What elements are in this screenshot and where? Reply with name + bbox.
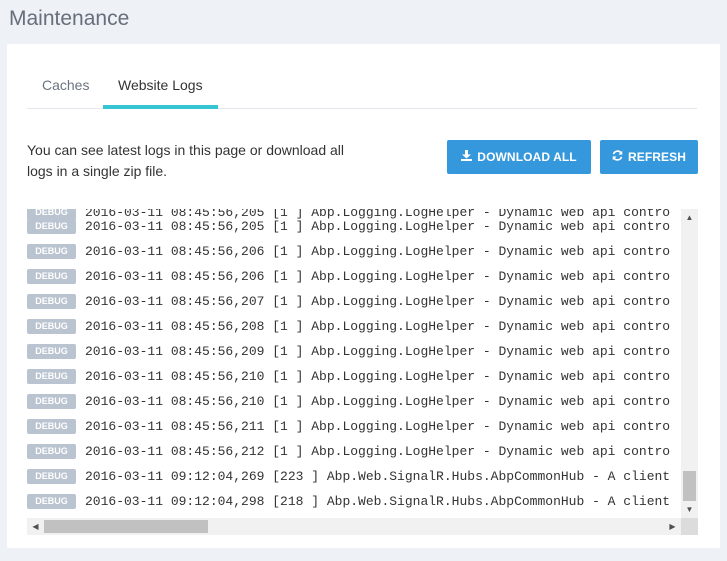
log-text: 2016-03-11 08:45:56,206 [1 ] Abp.Logging…: [85, 244, 671, 259]
refresh-label: REFRESH: [627, 150, 687, 164]
log-level-badge: DEBUG: [27, 268, 76, 284]
log-viewer[interactable]: DEBUG 2016-03-11 08:45:56,205 [1 ] Abp.Lo…: [27, 209, 698, 535]
log-text: 2016-03-11 09:12:04,298 [218 ] Abp.Web.S…: [85, 494, 671, 509]
log-lines: DEBUG 2016-03-11 08:45:56,205 [1 ] Abp.Lo…: [27, 209, 681, 518]
scroll-left-arrow-icon[interactable]: ◀: [27, 518, 44, 535]
log-line: DEBUG 2016-03-11 08:45:56,212 [1 ] Abp.Lo…: [27, 443, 670, 461]
log-line: DEBUG 2016-03-11 08:45:56,207 [1 ] Abp.Lo…: [27, 293, 670, 311]
download-all-label: DOWNLOAD ALL: [477, 150, 577, 164]
tab-website-logs[interactable]: Website Logs: [103, 66, 218, 109]
log-level-badge: DEBUG: [27, 468, 76, 484]
log-level-badge: DEBUG: [27, 243, 76, 259]
log-level-badge: DEBUG: [27, 343, 76, 359]
download-all-button[interactable]: DOWNLOAD ALL: [447, 140, 591, 174]
log-line: DEBUG 2016-03-11 08:45:56,208 [1 ] Abp.Lo…: [27, 318, 670, 336]
logs-description: You can see latest logs in this page or …: [27, 142, 345, 179]
log-line: DEBUG 2016-03-11 08:45:56,211 [1 ] Abp.Lo…: [27, 418, 670, 436]
log-level-badge: DEBUG: [27, 493, 76, 509]
refresh-icon: [612, 140, 623, 174]
log-text: 2016-03-11 08:45:56,208 [1 ] Abp.Logging…: [85, 319, 671, 334]
log-line: DEBUG 2016-03-11 08:45:56,206 [1 ] Abp.Lo…: [27, 268, 670, 286]
log-level-badge: DEBUG: [27, 318, 76, 334]
log-text: 2016-03-11 08:45:56,209 [1 ] Abp.Logging…: [85, 344, 671, 359]
refresh-button[interactable]: REFRESH: [600, 140, 698, 174]
log-line: DEBUG 2016-03-11 09:12:04,269 [223 ] Abp.…: [27, 468, 670, 486]
log-text: 2016-03-11 08:45:56,206 [1 ] Abp.Logging…: [85, 269, 671, 284]
log-level-badge: DEBUG: [27, 293, 76, 309]
tab-bar: Caches Website Logs: [27, 66, 697, 109]
horizontal-scrollbar[interactable]: ◀ ▶: [27, 518, 681, 535]
scroll-down-arrow-icon[interactable]: ▼: [681, 501, 698, 518]
tab-caches[interactable]: Caches: [27, 66, 104, 106]
horizontal-scroll-thumb[interactable]: [44, 520, 208, 533]
log-level-badge: DEBUG: [27, 443, 76, 459]
log-line: DEBUG 2016-03-11 08:45:56,209 [1 ] Abp.Lo…: [27, 343, 670, 361]
log-line: DEBUG 2016-03-11 08:45:56,206 [1 ] Abp.Lo…: [27, 243, 670, 261]
page-title: Maintenance: [9, 7, 130, 30]
log-line: DEBUG 2016-03-11 09:12:04,298 [218 ] Abp.…: [27, 493, 670, 511]
vertical-scrollbar[interactable]: ▲ ▼: [681, 209, 698, 518]
vertical-scroll-thumb[interactable]: [683, 471, 696, 501]
scroll-up-arrow-icon[interactable]: ▲: [681, 209, 698, 226]
download-icon: [461, 140, 473, 174]
log-level-badge: DEBUG: [27, 218, 76, 234]
log-text: 2016-03-11 08:45:56,210 [1 ] Abp.Logging…: [85, 394, 671, 409]
log-line: DEBUG 2016-03-11 08:45:56,205 [1 ] Abp.Lo…: [27, 218, 670, 236]
scrollbar-corner: [681, 518, 698, 535]
log-level-badge: DEBUG: [27, 368, 76, 384]
log-level-badge: DEBUG: [27, 418, 76, 434]
scroll-right-arrow-icon[interactable]: ▶: [664, 518, 681, 535]
log-line: DEBUG 2016-03-11 08:45:56,210 [1 ] Abp.Lo…: [27, 393, 670, 411]
log-line: DEBUG 2016-03-11 08:45:56,210 [1 ] Abp.Lo…: [27, 368, 670, 386]
log-text: 2016-03-11 09:12:04,269 [223 ] Abp.Web.S…: [85, 469, 671, 484]
maintenance-panel: Caches Website Logs You can see latest l…: [7, 44, 720, 548]
log-text: 2016-03-11 08:45:56,212 [1 ] Abp.Logging…: [85, 444, 671, 459]
log-text: 2016-03-11 08:45:56,211 [1 ] Abp.Logging…: [85, 419, 671, 434]
log-level-badge: DEBUG: [27, 393, 76, 409]
log-text: 2016-03-11 08:45:56,205 [1 ] Abp.Logging…: [85, 219, 671, 234]
log-text: 2016-03-11 08:45:56,210 [1 ] Abp.Logging…: [85, 369, 671, 384]
log-text: 2016-03-11 08:45:56,207 [1 ] Abp.Logging…: [85, 294, 671, 309]
